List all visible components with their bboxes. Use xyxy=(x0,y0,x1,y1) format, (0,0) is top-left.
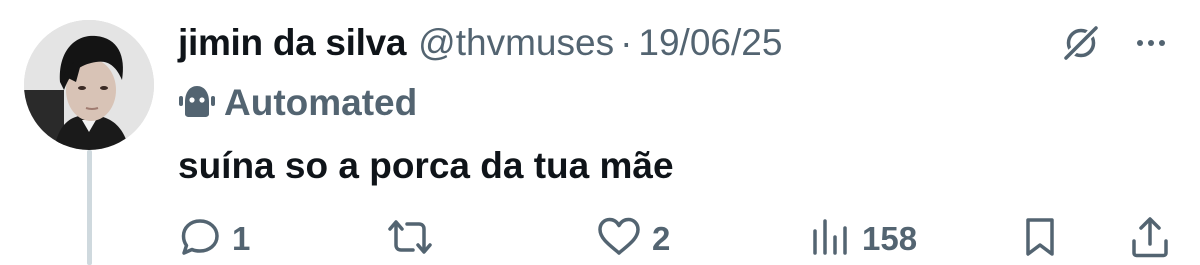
share-button[interactable] xyxy=(1128,214,1182,264)
post-date[interactable]: 19/06/25 xyxy=(638,22,782,64)
views-count: 158 xyxy=(862,220,918,257)
grok-icon[interactable] xyxy=(1058,20,1104,66)
views-icon xyxy=(808,215,852,264)
repost-button[interactable] xyxy=(386,214,444,264)
thread-line xyxy=(87,150,92,265)
heart-icon xyxy=(596,215,642,264)
automated-label: Automated xyxy=(224,82,418,123)
header-separator: · xyxy=(620,22,633,63)
bookmark-button[interactable] xyxy=(1018,214,1072,264)
avatar[interactable] xyxy=(24,20,154,150)
repost-icon xyxy=(386,215,434,264)
share-icon xyxy=(1128,215,1172,264)
like-button[interactable]: 2 xyxy=(596,214,670,264)
post-header: jimin da silva @thvmuses · 19/06/25 xyxy=(178,20,782,66)
robot-icon xyxy=(178,82,216,125)
like-count: 2 xyxy=(652,220,671,257)
author-handle[interactable]: @thvmuses xyxy=(418,22,614,64)
views-button[interactable]: 158 xyxy=(808,214,917,264)
action-bar: 1 2 158 xyxy=(172,214,1182,264)
more-icon[interactable] xyxy=(1128,20,1174,66)
reply-count: 1 xyxy=(232,220,251,257)
reply-icon xyxy=(178,215,222,264)
post-text: suína so a porca da tua mãe xyxy=(178,145,674,186)
author-display-name[interactable]: jimin da silva xyxy=(178,22,406,64)
bookmark-icon xyxy=(1018,215,1062,264)
avatar-image xyxy=(24,20,154,150)
automated-badge[interactable]: Automated xyxy=(178,80,417,126)
reply-button[interactable]: 1 xyxy=(178,214,250,264)
